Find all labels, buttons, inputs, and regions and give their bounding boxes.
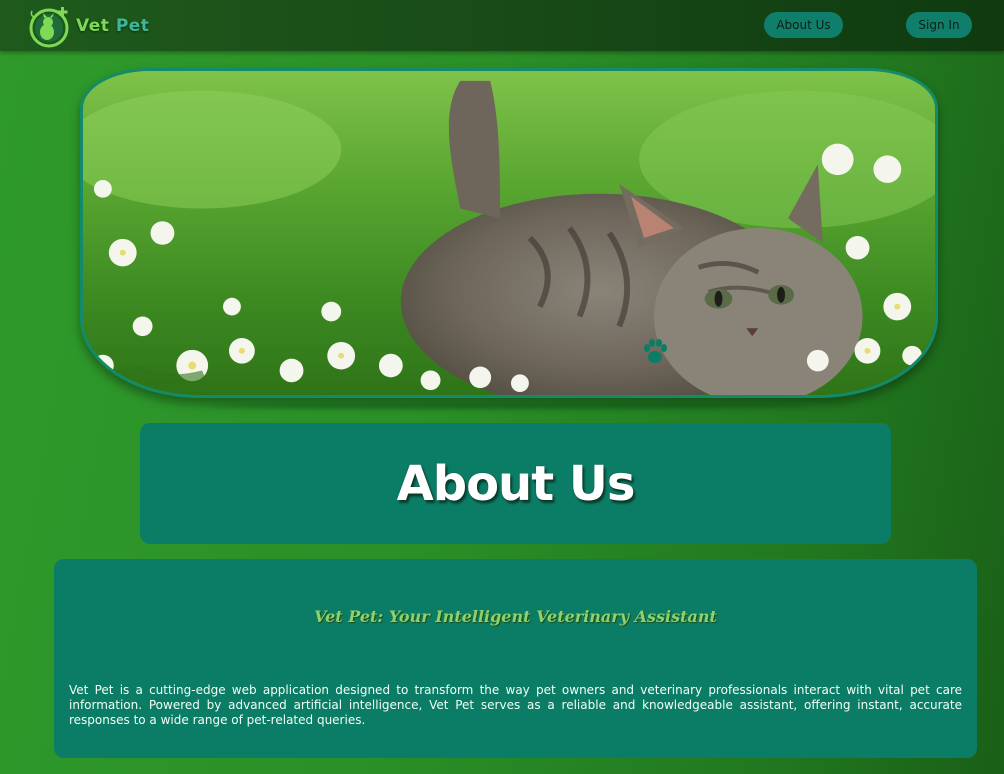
kitten-hero-image — [83, 71, 935, 395]
logo[interactable]: Vet Pet — [26, 3, 149, 49]
paw-icon — [644, 339, 667, 363]
sign-in-button[interactable]: Sign In — [906, 12, 972, 38]
page-title: About Us — [396, 455, 636, 512]
logo-text: Vet Pet — [76, 16, 149, 36]
about-us-button[interactable]: About Us — [764, 12, 843, 38]
vet-pet-logo-icon — [29, 7, 69, 48]
hero-banner — [80, 68, 938, 398]
info-description: Vet Pet is a cutting-edge web applicatio… — [69, 683, 962, 727]
top-navbar: Vet Pet About Us Sign In — [0, 0, 1004, 51]
about-us-banner: About Us — [140, 423, 891, 544]
logo-word-vet: Vet — [76, 16, 110, 36]
info-heading: Vet Pet: Your Intelligent Veterinary Ass… — [314, 607, 717, 626]
logo-word-pet: Pet — [115, 16, 150, 36]
hero-shadow — [210, 403, 810, 409]
info-card: Vet Pet: Your Intelligent Veterinary Ass… — [54, 559, 977, 758]
